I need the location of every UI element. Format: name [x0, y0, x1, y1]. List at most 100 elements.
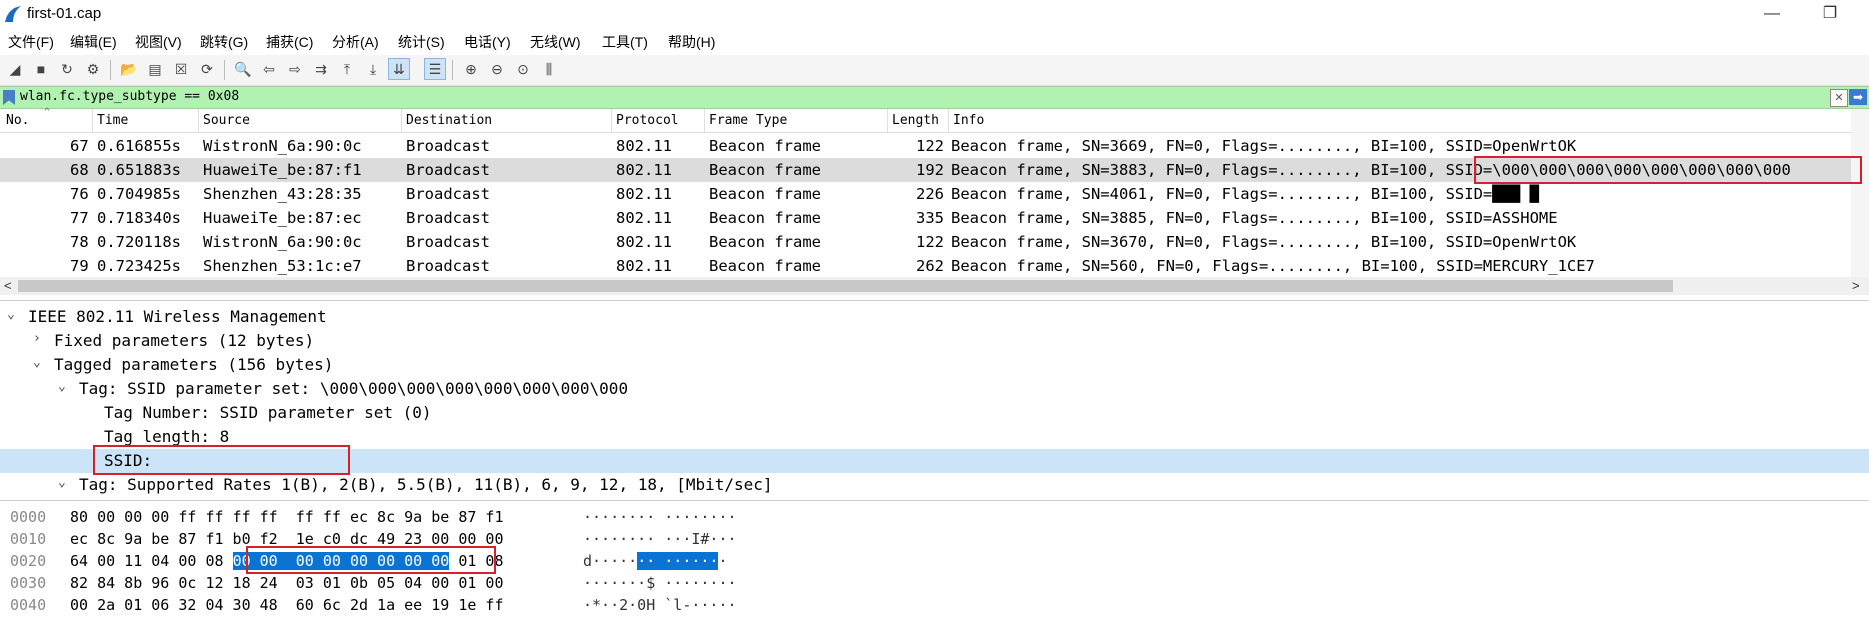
byte-hex[interactable]: 80 00 00 00 ff ff ff ff ff ff ec 8c 9a b… [70, 508, 503, 526]
packet-no: 68 [70, 161, 89, 179]
packet-info: Beacon frame, SN=4061, FN=0, Flags=.....… [951, 185, 1539, 203]
packet-row[interactable]: 67 0.616855s WistronN_6a:90:0c Broadcast… [0, 134, 1869, 158]
menu-edit[interactable]: 编辑(E) [70, 32, 117, 52]
close-file-icon[interactable]: ☒ [170, 58, 192, 80]
bookmark-icon[interactable] [3, 90, 15, 105]
column-divider[interactable] [401, 109, 402, 132]
bytes-row[interactable]: 0040 00 2a 01 06 32 04 30 48 60 6c 2d 1a… [0, 593, 1869, 615]
packet-length: 262 [916, 257, 944, 275]
menu-file[interactable]: 文件(F) [8, 32, 54, 52]
apply-filter-icon[interactable]: ➡ [1849, 89, 1867, 105]
find-packet-icon[interactable]: 🔍 [232, 58, 254, 80]
tree-item-label: Tag length: 8 [104, 427, 230, 446]
byte-ascii-post: · [718, 552, 728, 570]
go-back-icon[interactable]: ⇦ [258, 58, 280, 80]
byte-ascii[interactable]: ········ ········ [583, 508, 737, 526]
column-header-info[interactable]: Info [953, 113, 984, 128]
column-divider[interactable] [704, 109, 705, 132]
restart-capture-icon[interactable]: ↻ [56, 58, 78, 80]
display-filter-input[interactable]: wlan.fc.type_subtype == 0x08 [20, 89, 239, 104]
menu-statistics[interactable]: 统计(S) [398, 32, 445, 52]
menu-telephony[interactable]: 电话(Y) [464, 32, 511, 52]
resize-columns-icon[interactable]: ⫼ [538, 58, 560, 80]
column-header-destination[interactable]: Destination [406, 113, 492, 128]
column-header-time[interactable]: Time [97, 113, 128, 128]
restore-button[interactable]: ❐ [1810, 2, 1850, 26]
scroll-right-icon[interactable]: > [1852, 278, 1860, 293]
packet-protocol: 802.11 [616, 233, 672, 251]
column-divider[interactable] [611, 109, 612, 132]
packet-time: 0.704985s [97, 185, 181, 203]
byte-ascii[interactable]: ········ ···I#··· [583, 530, 737, 548]
packet-length: 122 [916, 233, 944, 251]
menu-view[interactable]: 视图(V) [135, 32, 182, 52]
first-packet-icon[interactable]: ⤒ [336, 58, 358, 80]
packet-source: Shenzhen_43:28:35 [203, 185, 362, 203]
column-divider[interactable] [887, 109, 888, 132]
packet-row[interactable]: 78 0.720118s WistronN_6a:90:0c Broadcast… [0, 230, 1869, 254]
chevron-right-icon[interactable]: › [33, 331, 41, 346]
open-file-icon[interactable]: 📂 [118, 58, 140, 80]
column-header-length[interactable]: Length [892, 113, 939, 128]
packet-row[interactable]: 79 0.723425s Shenzhen_53:1c:e7 Broadcast… [0, 254, 1869, 277]
packet-list-vertical-scrollbar[interactable] [1851, 109, 1869, 277]
menu-analyze[interactable]: 分析(A) [332, 32, 379, 52]
tree-item[interactable]: › Fixed parameters (12 bytes) [0, 329, 1869, 353]
normal-size-icon[interactable]: ⊙ [512, 58, 534, 80]
bytes-row[interactable]: 0030 82 84 8b 96 0c 12 18 24 03 01 0b 05… [0, 571, 1869, 593]
colorize-icon[interactable]: ☰ [424, 58, 446, 80]
column-header-frame-type[interactable]: Frame Type [709, 113, 787, 128]
column-header-no[interactable]: No. [6, 113, 29, 128]
chevron-down-icon[interactable]: ⌄ [58, 379, 66, 394]
start-capture-icon[interactable]: ◢ [4, 58, 26, 80]
menu-help[interactable]: 帮助(H) [668, 32, 715, 52]
scroll-left-icon[interactable]: < [4, 278, 12, 293]
bytes-row[interactable]: 0000 80 00 00 00 ff ff ff ff ff ff ec 8c… [0, 505, 1869, 527]
byte-offset: 0010 [10, 530, 47, 548]
menu-wireless[interactable]: 无线(W) [530, 32, 581, 52]
column-header-source[interactable]: Source [203, 113, 250, 128]
byte-hex[interactable]: 00 2a 01 06 32 04 30 48 60 6c 2d 1a ee 1… [70, 596, 503, 614]
packet-length: 335 [916, 209, 944, 227]
reload-file-icon[interactable]: ⟳ [196, 58, 218, 80]
tree-item[interactable]: Tag Number: SSID parameter set (0) [0, 401, 1869, 425]
menu-capture[interactable]: 捕获(C) [266, 32, 313, 52]
go-forward-icon[interactable]: ⇨ [284, 58, 306, 80]
chevron-down-icon[interactable]: ⌄ [7, 307, 15, 322]
packet-row[interactable]: 76 0.704985s Shenzhen_43:28:35 Broadcast… [0, 182, 1869, 206]
zoom-in-icon[interactable]: ⊕ [460, 58, 482, 80]
zoom-out-icon[interactable]: ⊖ [486, 58, 508, 80]
tree-item-label: Tagged parameters (156 bytes) [54, 355, 334, 374]
menu-go[interactable]: 跳转(G) [200, 32, 248, 52]
tree-item[interactable]: ⌄ Tag: Supported Rates 1(B), 2(B), 5.5(B… [0, 473, 1869, 497]
packet-destination: Broadcast [406, 209, 490, 227]
toolbar-separator [452, 60, 453, 80]
column-divider[interactable] [948, 109, 949, 132]
byte-ascii[interactable]: ·*··2·0H `l-····· [583, 596, 737, 614]
tree-item[interactable]: ⌄ Tagged parameters (156 bytes) [0, 353, 1869, 377]
packet-list-horizontal-scrollbar[interactable]: < > [0, 277, 1869, 295]
column-header-protocol[interactable]: Protocol [616, 113, 679, 128]
column-divider[interactable] [92, 109, 93, 132]
minimize-button[interactable]: — [1752, 2, 1792, 26]
byte-hex[interactable]: 82 84 8b 96 0c 12 18 24 03 01 0b 05 04 0… [70, 574, 503, 592]
scrollbar-thumb[interactable] [18, 280, 1673, 292]
chevron-down-icon[interactable]: ⌄ [58, 475, 66, 490]
capture-options-icon[interactable]: ⚙ [82, 58, 104, 80]
stop-capture-icon[interactable]: ■ [30, 58, 52, 80]
go-to-packet-icon[interactable]: ⇉ [310, 58, 332, 80]
packet-no: 77 [70, 209, 89, 227]
tree-item[interactable]: ⌄ Tag: SSID parameter set: \000\000\000\… [0, 377, 1869, 401]
tree-item[interactable]: ⌄ IEEE 802.11 Wireless Management [0, 305, 1869, 329]
byte-ascii[interactable]: d······· ······· [583, 552, 728, 570]
last-packet-icon[interactable]: ⤓ [362, 58, 384, 80]
byte-ascii[interactable]: ·······$ ········ [583, 574, 737, 592]
title-bar: first-01.cap — ❐ [0, 0, 1869, 28]
menu-tools[interactable]: 工具(T) [602, 32, 648, 52]
column-divider[interactable] [198, 109, 199, 132]
packet-row[interactable]: 77 0.718340s HuaweiTe_be:87:ec Broadcast… [0, 206, 1869, 230]
chevron-down-icon[interactable]: ⌄ [33, 355, 41, 370]
autoscroll-icon[interactable]: ⇊ [388, 58, 410, 80]
save-file-icon[interactable]: ▤ [144, 58, 166, 80]
clear-filter-icon[interactable]: ✕ [1830, 89, 1848, 107]
